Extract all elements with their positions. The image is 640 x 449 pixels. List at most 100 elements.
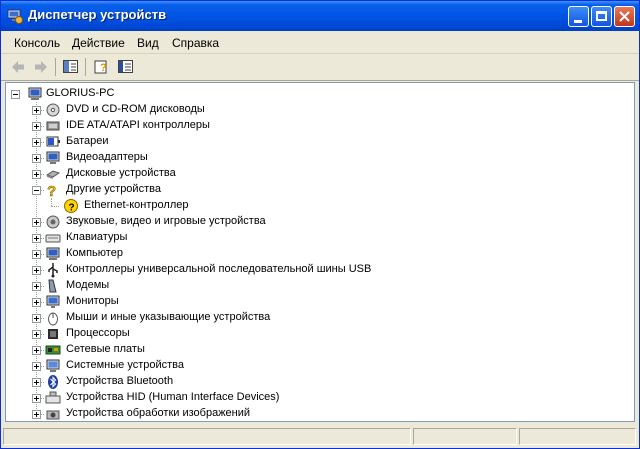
expand-button[interactable] [32,346,41,355]
bluetooth-icon [48,375,58,389]
tree-item-label: Сетевые платы [66,343,145,355]
expand-button[interactable] [32,394,41,403]
menu-action[interactable]: Действие [72,36,125,50]
expand-button[interactable] [32,234,41,243]
tree-root[interactable]: GLORIUS-PC [6,86,626,102]
tree-item-label: Звуковые, видео и игровые устройства [66,215,266,227]
status-pane [519,428,636,445]
svg-text:?: ? [69,203,75,214]
usb-icon [48,263,58,278]
back-arrow-icon[interactable] [9,58,27,76]
toolbar: ? [1,54,639,81]
tree-category-item[interactable]: Процессоры [6,326,626,342]
status-pane [413,428,517,445]
tree-category-item[interactable]: Устройства обработки изображений [6,406,626,422]
expand-button[interactable] [32,314,41,323]
window-title: Диспетчер устройств [28,7,167,22]
minimize-button[interactable] [568,6,589,27]
tree-category-item[interactable]: Видеоадаптеры [6,150,626,166]
imaging-device-icon [46,410,60,420]
ide-controller-icon [46,121,60,131]
show-hide-tree-icon[interactable] [62,58,80,76]
expand-button[interactable] [32,266,41,275]
tree-category-item[interactable]: Устройства HID (Human Interface Devices) [6,390,626,406]
tree-category-item[interactable]: Мониторы [6,294,626,310]
toolbar-separator [85,58,86,76]
tree-item-label: Батареи [66,135,109,147]
expand-button[interactable] [32,138,41,147]
disk-drive-icon [45,170,61,179]
keyboard-icon [45,234,61,243]
tree-item-label: Мыши и иные указывающие устройства [66,311,271,323]
expand-button[interactable] [32,218,41,227]
expand-button[interactable] [32,378,41,387]
unknown-device-icon: ? [47,183,57,198]
dvd-drive-icon [46,103,60,117]
device-tree: GLORIUS-PC DVD и CD-ROM дисководы IDE ATA… [5,82,635,422]
tree-item-label: Устройства HID (Human Interface Devices) [66,391,280,403]
menu-view[interactable]: Вид [137,36,159,50]
menu-console[interactable]: Консоль [14,36,60,50]
tree-item-label: Ethernet-контроллер [84,199,189,211]
tree-item-label: DVD и CD-ROM дисководы [66,103,205,115]
tree-child-item[interactable]: ? Ethernet-контроллер [6,198,626,214]
expand-button[interactable] [32,250,41,259]
tree-category-item[interactable]: Сетевые платы [6,342,626,358]
maximize-button[interactable] [591,6,612,27]
menu-bar: Консоль Действие Вид Справка [1,31,639,54]
tree-item-label: Процессоры [66,327,130,339]
tree-category-item[interactable]: ? Другие устройства [6,182,626,198]
expand-button[interactable] [32,122,41,131]
tree-root-label: GLORIUS-PC [46,87,115,99]
tree-item-label: Компьютер [66,247,123,259]
expand-button[interactable] [32,410,41,419]
tree-item-label: Устройства обработки изображений [66,407,251,419]
tree-item-label: Дисковые устройства [66,167,176,179]
system-device-icon [46,359,60,372]
title-bar[interactable]: Диспетчер устройств [1,1,639,31]
expand-button[interactable] [32,362,41,371]
computer-icon [28,87,42,100]
network-adapter-icon [45,345,61,355]
tree-item-label: Видеоадаптеры [66,151,148,163]
computer-icon [46,247,60,260]
toolbar-separator [55,58,56,76]
tree-category-item[interactable]: Батареи [6,134,626,150]
tree-category-item[interactable]: Устройства Bluetooth [6,374,626,390]
tree-category-item[interactable]: Мыши и иные указывающие устройства [6,310,626,326]
tree-connector-line [51,206,59,207]
status-pane [3,428,411,445]
tree-category-item[interactable]: Дисковые устройства [6,166,626,182]
close-button[interactable] [614,6,635,27]
help-icon[interactable]: ? [93,58,111,76]
monitor-icon [46,295,60,308]
tree-category-item[interactable]: IDE ATA/ATAPI контроллеры [6,118,626,134]
tree-item-label: Модемы [66,279,110,291]
svg-text:?: ? [100,62,107,74]
tree-category-item[interactable]: Клавиатуры [6,230,626,246]
expand-button[interactable] [32,106,41,115]
tree-item-label: Клавиатуры [66,231,128,243]
expand-button[interactable] [32,282,41,291]
forward-arrow-icon[interactable] [32,58,50,76]
expand-button[interactable] [32,330,41,339]
tree-category-item[interactable]: Компьютер [6,246,626,262]
tree-category-item[interactable]: DVD и CD-ROM дисководы [6,102,626,118]
hid-icon [45,391,61,404]
expand-button[interactable] [32,298,41,307]
menu-help[interactable]: Справка [172,36,219,50]
expand-button[interactable] [32,170,41,179]
tree-category-item[interactable]: Системные устройства [6,358,626,374]
collapse-button[interactable] [32,186,41,195]
tree-category-item[interactable]: Звуковые, видео и игровые устройства [6,214,626,230]
tree-item-label: Системные устройства [66,359,185,371]
tree-item-label: Контроллеры универсальной последовательн… [66,263,372,275]
tree-category-item[interactable]: Модемы [6,278,626,294]
status-bar [1,425,639,448]
display-adapter-icon [46,151,60,164]
collapse-button[interactable] [11,90,20,99]
device-manager-window: Диспетчер устройств Консоль Действие Вид… [0,0,640,449]
expand-button[interactable] [32,154,41,163]
properties-icon[interactable] [117,58,135,76]
tree-category-item[interactable]: Контроллеры универсальной последовательн… [6,262,626,278]
